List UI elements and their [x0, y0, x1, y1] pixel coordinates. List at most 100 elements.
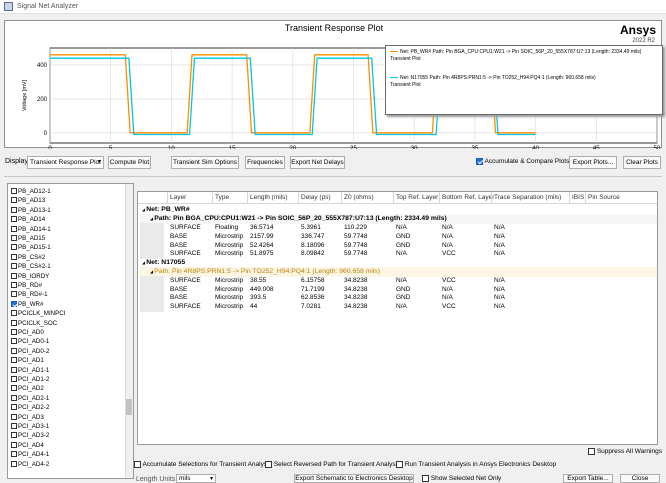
net-list-item[interactable]: PCI_AD1-2	[11, 375, 49, 384]
net-checkbox[interactable]	[11, 188, 17, 194]
net-details-table[interactable]: Layer Type Length (mils) Delay (ps) Z0 (ohms…	[137, 191, 658, 445]
column-header[interactable]: Top Ref. Layer	[396, 194, 438, 201]
net-list-item[interactable]: PB_IORDY	[11, 272, 49, 281]
column-header[interactable]: Delay (ps)	[301, 194, 331, 201]
accumulate-selections-checkbox[interactable]	[134, 461, 141, 468]
column-header[interactable]: Bottom Ref. Layer	[442, 194, 494, 201]
net-checkbox[interactable]	[11, 291, 17, 298]
net-checkbox[interactable]	[11, 329, 17, 335]
net-checkbox[interactable]	[11, 376, 17, 382]
net-list-item[interactable]: PCI_AD1	[11, 356, 44, 365]
frequencies-button[interactable]: Frequencies	[245, 156, 285, 169]
accumulate-compare-option[interactable]: Accumulate & Compare Plots	[476, 158, 569, 165]
net-list-item[interactable]: PCICLK_MINPCI	[11, 309, 65, 318]
net-checkbox[interactable]	[11, 319, 17, 326]
net-checkbox[interactable]	[11, 338, 17, 345]
table-row[interactable]: SURFACE Microstrip 38.55 6.15758 34.8238 N/A V…	[138, 277, 657, 286]
suppress-warnings-option[interactable]: Suppress All Warnings	[588, 448, 662, 455]
net-list-item[interactable]: PCI_AD1-1	[11, 366, 49, 375]
net-checkbox[interactable]	[11, 235, 17, 241]
net-checkbox[interactable]	[11, 300, 17, 307]
suppress-warnings-checkbox[interactable]	[588, 448, 595, 455]
net-list-item[interactable]: PCI_AD0-2	[11, 347, 49, 356]
net-list-item[interactable]: PB_CS#2-1	[11, 262, 51, 271]
net-checkbox[interactable]	[11, 432, 17, 439]
select-reversed-checkbox[interactable]	[265, 461, 272, 468]
scrollbar-thumb[interactable]	[126, 399, 132, 415]
net-list-item[interactable]: PB_RD#	[11, 281, 42, 290]
net-checkbox[interactable]	[11, 197, 17, 204]
accumulate-selections-option[interactable]: Accumulate Selections for Transient Anal…	[134, 461, 272, 468]
net-checkbox[interactable]	[11, 253, 17, 260]
display-select[interactable]: Transient Response Plot ▾	[27, 156, 104, 169]
transient-sim-options-button[interactable]: Transient Sim Options	[171, 156, 239, 169]
clear-plots-button[interactable]: Clear Plots	[623, 156, 661, 169]
net-list[interactable]: PB_AD12-1 PB_AD13 PB_AD13-1 PB_AD14 PB_AD14-…	[7, 183, 134, 479]
net-list-item[interactable]: PCI_AD2	[11, 384, 44, 393]
net-checkbox[interactable]	[11, 366, 17, 373]
path-group-row[interactable]: ◢ Path: Pin BGA_CPU:CPU1:W21 -> Pin SOIC…	[150, 215, 447, 222]
net-list-item[interactable]: PB_AD12-1	[11, 187, 51, 196]
net-checkbox[interactable]	[11, 413, 17, 420]
table-row[interactable]: BASE Microstrip 393.5 62.8536 34.8238 GND N/A N…	[138, 294, 657, 303]
accumulate-compare-checkbox[interactable]	[476, 158, 483, 165]
net-list-item[interactable]: PB_CS#2	[11, 253, 45, 262]
net-group-row[interactable]: ◢ Net: N17055	[142, 259, 185, 266]
path-group-row[interactable]: ◢ Path: Pin 4R8PS:PRN1:5 -> Pin TO252_H9…	[150, 268, 380, 275]
net-checkbox[interactable]	[11, 282, 17, 288]
net-list-item[interactable]: PB_AD13	[11, 196, 45, 205]
column-header[interactable]: Length (mils)	[250, 194, 288, 201]
net-list-item[interactable]: PB_RD#-1	[11, 290, 48, 299]
column-header[interactable]: Trace Separation (mils)	[494, 194, 561, 201]
run-transient-option[interactable]: Run Transient Analysis in Ansys Electron…	[396, 461, 556, 468]
table-row[interactable]: SURFACE Floating 36.5714 5.3961 110.229 N/A N/…	[138, 224, 657, 233]
net-list-item[interactable]: PCI_AD3-1	[11, 422, 49, 431]
net-list-item[interactable]: PCI_AD2-2	[11, 403, 49, 412]
net-checkbox[interactable]	[11, 423, 17, 429]
column-header[interactable]: Pin Source	[588, 194, 620, 201]
net-list-item[interactable]: PB_AD15-1	[11, 243, 51, 252]
show-selected-net-only-checkbox[interactable]	[422, 475, 429, 482]
net-checkbox[interactable]	[11, 404, 17, 411]
net-checkbox[interactable]	[11, 347, 17, 354]
net-checkbox[interactable]	[11, 263, 17, 270]
net-list-item[interactable]: PCI_AD3-2	[11, 431, 49, 440]
table-row[interactable]: BASE Microstrip 2157.99 336.747 59.7748 GND N/…	[138, 233, 657, 242]
table-row[interactable]: SURFACE Microstrip 44 7.0281 34.8238 N/A VCC N/…	[138, 303, 657, 312]
column-header[interactable]: Z0 (ohms)	[344, 194, 374, 201]
table-row[interactable]: BASE Microstrip 449.008 71.7199 34.8238 GND N/…	[138, 286, 657, 295]
net-list-item[interactable]: PCI_AD2-1	[11, 394, 49, 403]
net-list-item[interactable]: PB_AD14-1	[11, 225, 51, 234]
net-checkbox[interactable]	[11, 310, 17, 317]
net-group-row[interactable]: ◢ Net: PB_WR#	[142, 206, 190, 213]
table-row[interactable]: SURFACE Microstrip 51.8975 8.09842 59.7748 N/…	[138, 250, 657, 259]
run-transient-checkbox[interactable]	[396, 461, 403, 468]
column-header[interactable]: IBIS	[572, 194, 584, 201]
net-checkbox[interactable]	[11, 216, 17, 223]
select-reversed-option[interactable]: Select Reversed Path for Transient Analy…	[265, 461, 400, 468]
net-checkbox[interactable]	[11, 244, 17, 251]
plot-legend[interactable]: Net: PB_WR# Path: Pin BGA_CPU:CPU1:W21 -…	[385, 45, 663, 115]
compute-plot-button[interactable]: Compute Plot	[108, 156, 151, 169]
net-list-item[interactable]: PB_WR#	[11, 300, 43, 309]
net-list-item[interactable]: PCICLK_SOC	[11, 319, 57, 328]
net-checkbox[interactable]	[11, 394, 17, 401]
net-checkbox[interactable]	[11, 357, 17, 364]
table-row[interactable]: BASE Microstrip 52.4264 8.18096 59.7748 GND N/…	[138, 242, 657, 251]
net-list-item[interactable]: PB_AD15	[11, 234, 45, 243]
net-checkbox[interactable]	[11, 272, 17, 279]
net-list-item[interactable]: PB_AD13-1	[11, 206, 51, 215]
net-list-item[interactable]: PB_AD14	[11, 215, 45, 224]
net-list-scrollbar[interactable]	[125, 184, 133, 478]
column-header[interactable]: Type	[215, 194, 229, 201]
net-checkbox[interactable]	[11, 206, 17, 213]
show-selected-net-only-option[interactable]: Show Selected Net Only	[422, 475, 501, 482]
net-list-item[interactable]: PCI_AD0-1	[11, 337, 49, 346]
net-list-item[interactable]: PCI_AD3	[11, 413, 44, 422]
export-net-delays-button[interactable]: Export Net Delays	[290, 156, 345, 169]
net-list-item[interactable]: PCI_AD0	[11, 328, 44, 337]
net-checkbox[interactable]	[11, 385, 17, 392]
plot-panel[interactable]: Transient Response Plot Ansys 2022 R2 05…	[4, 20, 663, 149]
column-header[interactable]: Layer	[170, 194, 186, 201]
net-checkbox[interactable]	[11, 225, 17, 232]
